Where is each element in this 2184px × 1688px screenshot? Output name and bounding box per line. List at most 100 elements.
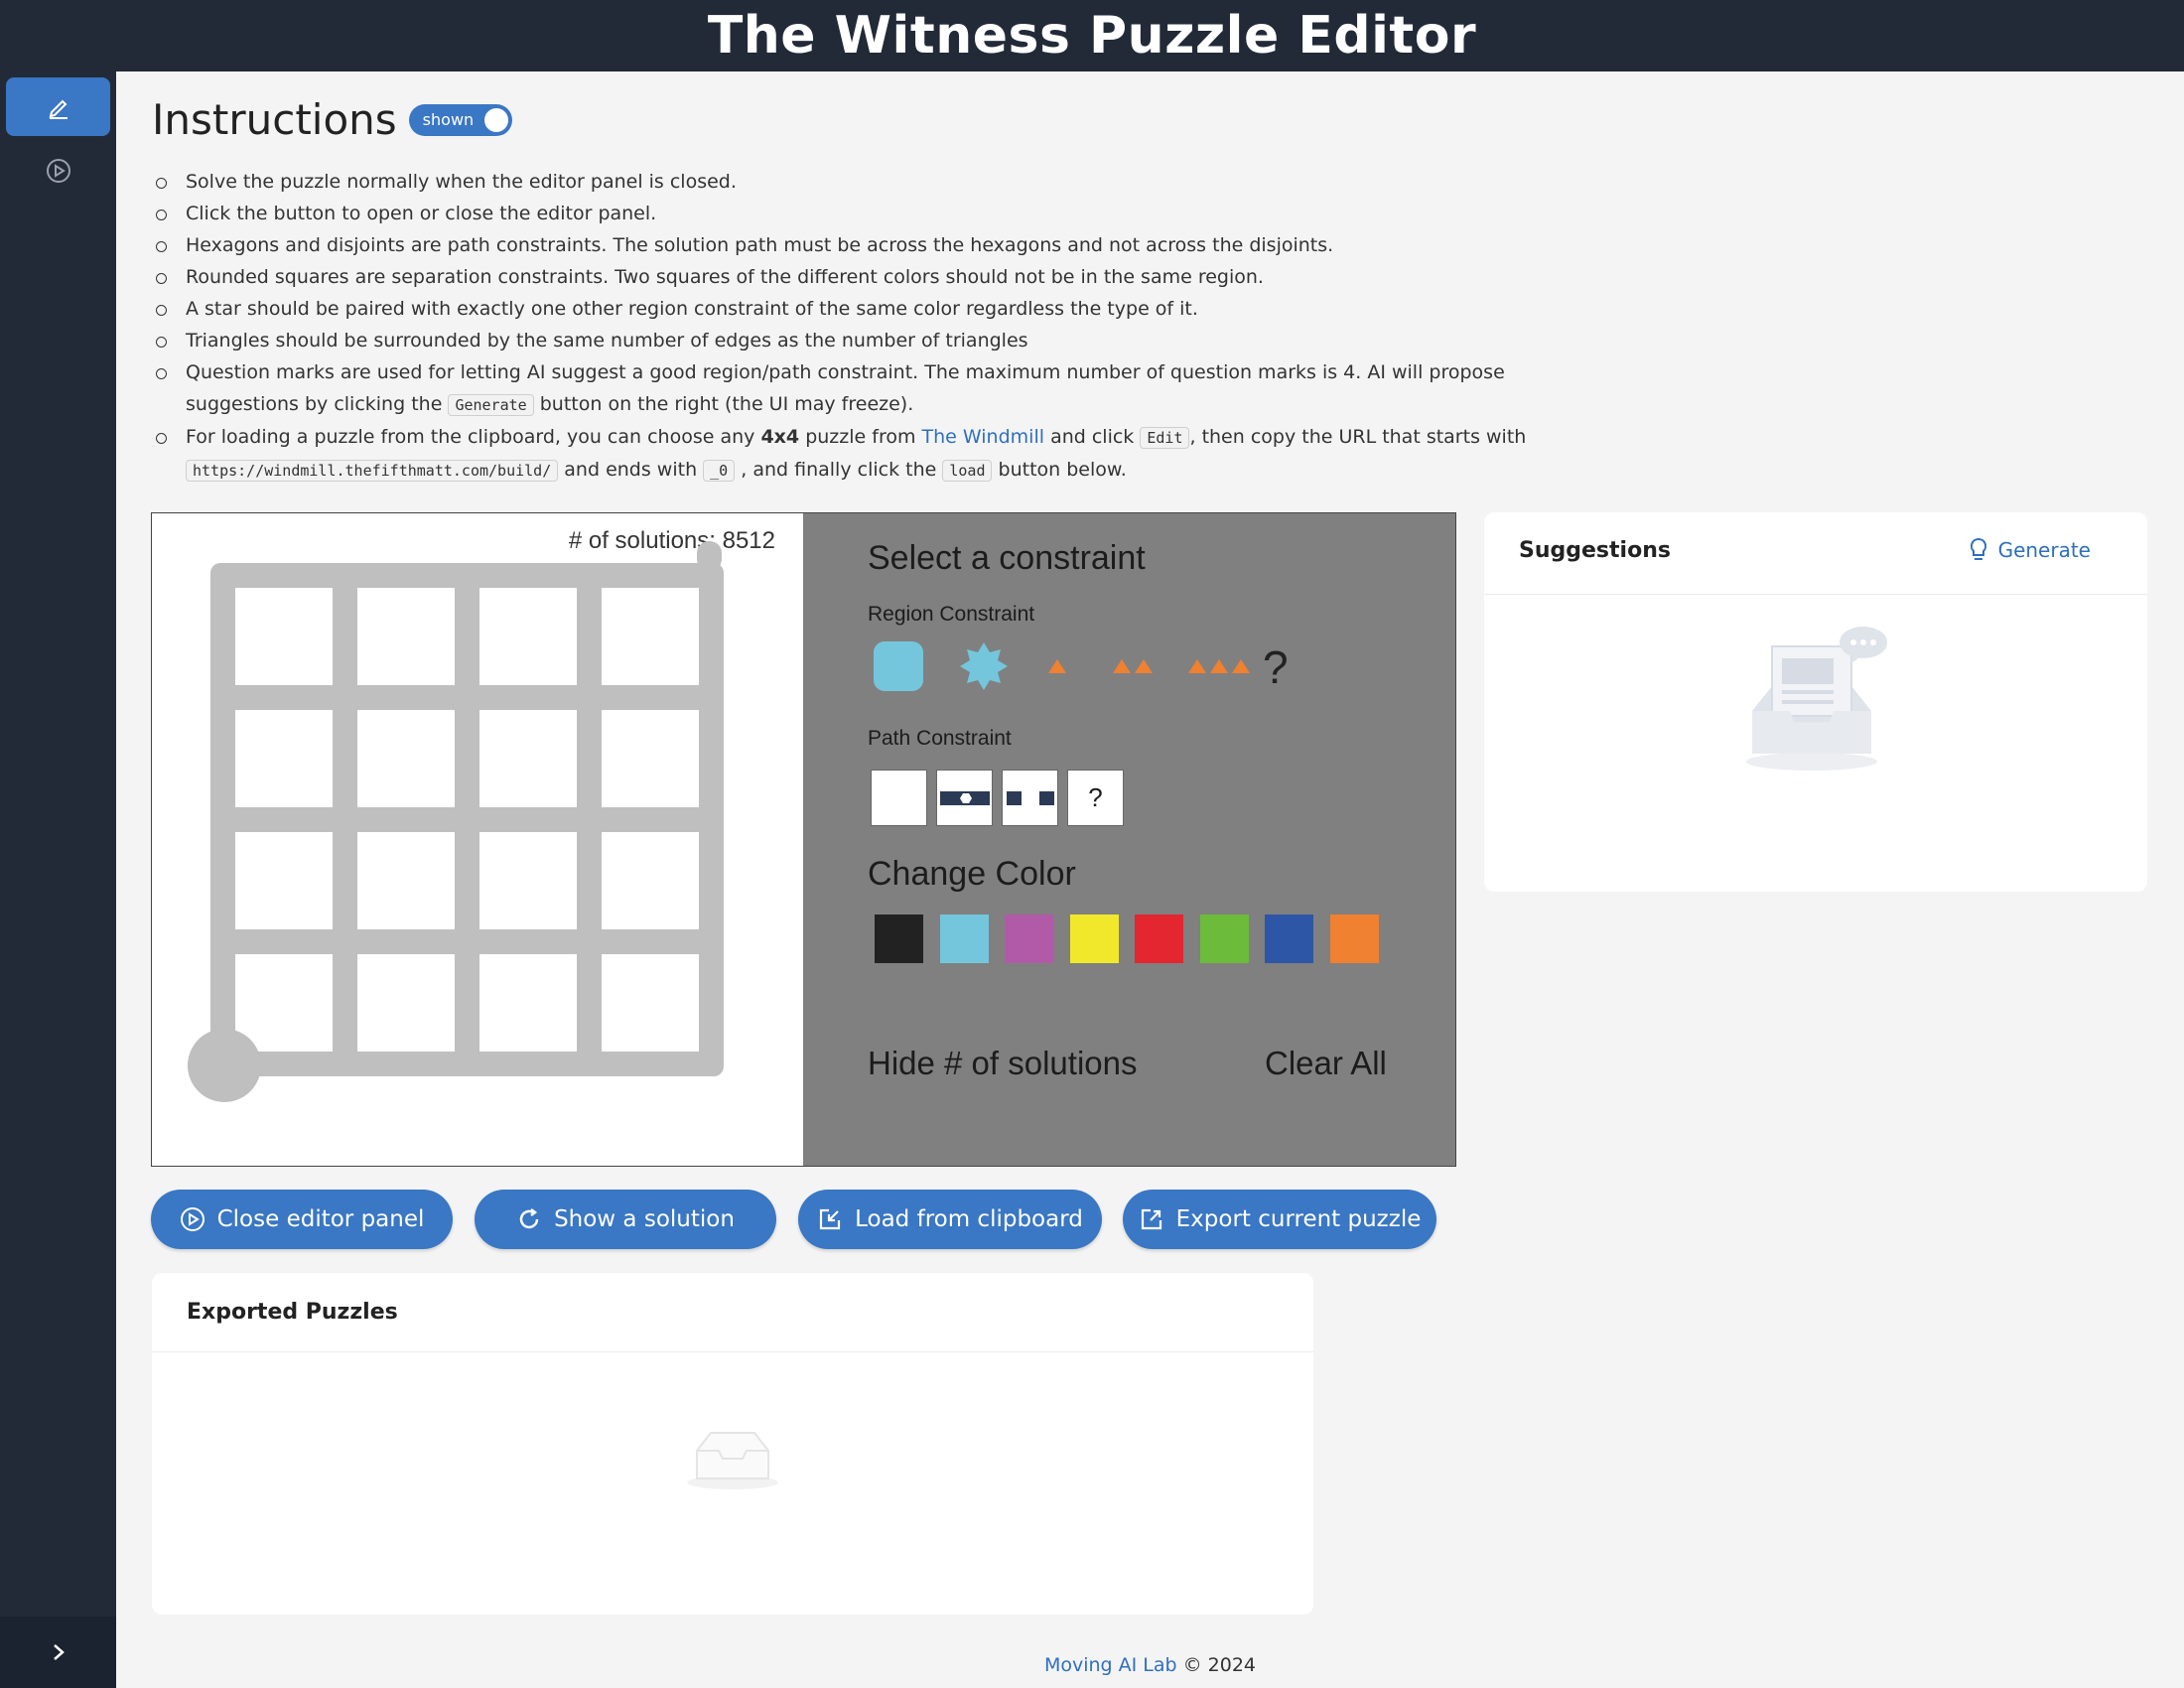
- card-divider: [1484, 594, 2147, 595]
- grid-cell[interactable]: [235, 954, 333, 1052]
- color-swatch[interactable]: [1005, 914, 1053, 963]
- url-code: https://windmill.thefifthmatt.com/build/: [186, 460, 559, 482]
- grid-cell[interactable]: [479, 832, 577, 929]
- load-clipboard-label: Load from clipboard: [855, 1206, 1083, 1232]
- instructions-list: Solve the puzzle normally when the edito…: [152, 166, 1601, 487]
- edit-icon: [49, 99, 68, 119]
- chevron-right-icon: [53, 1644, 65, 1660]
- color-swatch[interactable]: [1329, 914, 1379, 963]
- list-text: button below.: [998, 459, 1127, 481]
- change-color-title: Change Color: [868, 855, 1076, 893]
- grid-cell[interactable]: [357, 832, 455, 929]
- sidebar-item-editor[interactable]: [6, 77, 110, 136]
- play-circle-icon: [180, 1207, 205, 1231]
- app-header: The Witness Puzzle Editor: [0, 0, 2184, 71]
- disjoint-icon: [1006, 790, 1054, 805]
- grid-cell[interactable]: [479, 588, 577, 685]
- generate-code: Generate: [448, 394, 534, 416]
- path-hexagon-constraint[interactable]: [936, 770, 993, 826]
- sidebar-collapse-trigger[interactable]: [0, 1617, 116, 1688]
- color-swatch[interactable]: [1199, 914, 1249, 963]
- puzzle-size: 4x4: [760, 426, 800, 448]
- grid-cell[interactable]: [479, 954, 577, 1052]
- path-start[interactable]: [188, 1029, 261, 1102]
- list-text: , then copy the URL that starts with: [1189, 426, 1527, 448]
- grid-cell[interactable]: [602, 954, 699, 1052]
- color-swatch[interactable]: [939, 914, 989, 963]
- empty-inbox-icon: [1746, 627, 1887, 771]
- suffix-code: _0: [703, 460, 736, 482]
- list-item: Rounded squares are separation constrain…: [152, 261, 1601, 293]
- grid-cell[interactable]: [602, 588, 699, 685]
- export-icon: [1141, 1208, 1161, 1230]
- play-circle-icon: [46, 158, 70, 183]
- toggle-label: shown: [422, 110, 475, 129]
- triangle-constraint-2[interactable]: [1108, 639, 1158, 693]
- list-text: puzzle from: [805, 426, 916, 448]
- path-disjoint-constraint[interactable]: [1002, 770, 1058, 826]
- list-item: A star should be paired with exactly one…: [152, 293, 1601, 325]
- instructions-heading: Instructions: [152, 95, 397, 144]
- instructions-toggle[interactable]: shown: [408, 103, 512, 136]
- path-question-constraint[interactable]: ?: [1067, 770, 1124, 826]
- triangle-constraint-3[interactable]: [1183, 639, 1257, 693]
- list-item: Hexagons and disjoints are path constrai…: [152, 229, 1601, 261]
- generate-label: Generate: [1997, 538, 2091, 562]
- exported-puzzles-card: Exported Puzzles: [152, 1273, 1313, 1615]
- bulb-icon: [1970, 537, 1986, 560]
- star-constraint[interactable]: [957, 639, 1011, 693]
- import-icon: [820, 1208, 841, 1230]
- path-empty-constraint[interactable]: [871, 770, 927, 826]
- puzzle-grid[interactable]: [152, 513, 803, 1166]
- instructions-header: Instructions shown: [152, 95, 512, 144]
- suggestions-card: Suggestions Generate: [1484, 512, 2147, 892]
- exported-title: Exported Puzzles: [187, 1300, 398, 1325]
- grid-cell[interactable]: [479, 710, 577, 807]
- grid-cell[interactable]: [357, 954, 455, 1052]
- show-solution-label: Show a solution: [554, 1206, 735, 1232]
- moving-ai-lab-link[interactable]: Moving AI Lab: [1044, 1654, 1177, 1676]
- path-end: [697, 541, 722, 571]
- clear-all-button[interactable]: Clear All: [1265, 1045, 1387, 1082]
- main-content: Instructions shown Solve the puzzle norm…: [116, 71, 2184, 1688]
- close-editor-label: Close editor panel: [216, 1206, 425, 1232]
- color-swatch[interactable]: [1135, 914, 1183, 963]
- list-item: Solve the puzzle normally when the edito…: [152, 166, 1601, 198]
- grid-cell[interactable]: [357, 710, 455, 807]
- grid-cell[interactable]: [235, 832, 333, 929]
- grid-cell[interactable]: [602, 832, 699, 929]
- load-code: load: [942, 460, 993, 482]
- grid-cell[interactable]: [235, 710, 333, 807]
- list-text: button on the right (the UI may freeze).: [539, 393, 914, 415]
- color-swatch[interactable]: [1265, 914, 1313, 963]
- grid-cell[interactable]: [235, 588, 333, 685]
- color-swatch[interactable]: [1069, 914, 1119, 963]
- windmill-link[interactable]: The Windmill: [922, 426, 1044, 448]
- load-clipboard-button[interactable]: Load from clipboard: [798, 1190, 1102, 1249]
- footer: Moving AI Lab © 2024: [116, 1654, 2184, 1676]
- grid-cell[interactable]: [602, 710, 699, 807]
- puzzle-editor: # of solutions: 8512 Select a constraint…: [151, 512, 1456, 1167]
- list-item: Triangles should be surrounded by the sa…: [152, 325, 1601, 356]
- region-question-mark[interactable]: ?: [1263, 640, 1289, 694]
- close-editor-button[interactable]: Close editor panel: [151, 1190, 453, 1249]
- grid-cell[interactable]: [357, 588, 455, 685]
- puzzle-board[interactable]: # of solutions: 8512: [152, 513, 803, 1166]
- export-puzzle-button[interactable]: Export current puzzle: [1123, 1190, 1436, 1249]
- triangle-constraint-1[interactable]: [1042, 639, 1072, 693]
- hide-solutions-button[interactable]: Hide # of solutions: [868, 1045, 1138, 1082]
- list-text: For loading a puzzle from the clipboard,…: [186, 426, 755, 448]
- sidebar-item-play[interactable]: [6, 141, 110, 200]
- card-divider: [152, 1351, 1313, 1352]
- generate-button[interactable]: Generate: [1969, 537, 2091, 563]
- list-text: and ends with: [564, 459, 698, 481]
- color-swatch[interactable]: [875, 914, 923, 963]
- list-item: For loading a puzzle from the clipboard,…: [152, 421, 1601, 487]
- rounded-square-constraint[interactable]: [872, 639, 925, 693]
- path-constraint-label: Path Constraint: [868, 727, 1012, 750]
- list-text: and click: [1050, 426, 1135, 448]
- suggestions-title: Suggestions: [1519, 538, 1671, 563]
- show-solution-button[interactable]: Show a solution: [475, 1190, 776, 1249]
- sidebar: [0, 71, 116, 1688]
- toggle-knob: [483, 107, 508, 132]
